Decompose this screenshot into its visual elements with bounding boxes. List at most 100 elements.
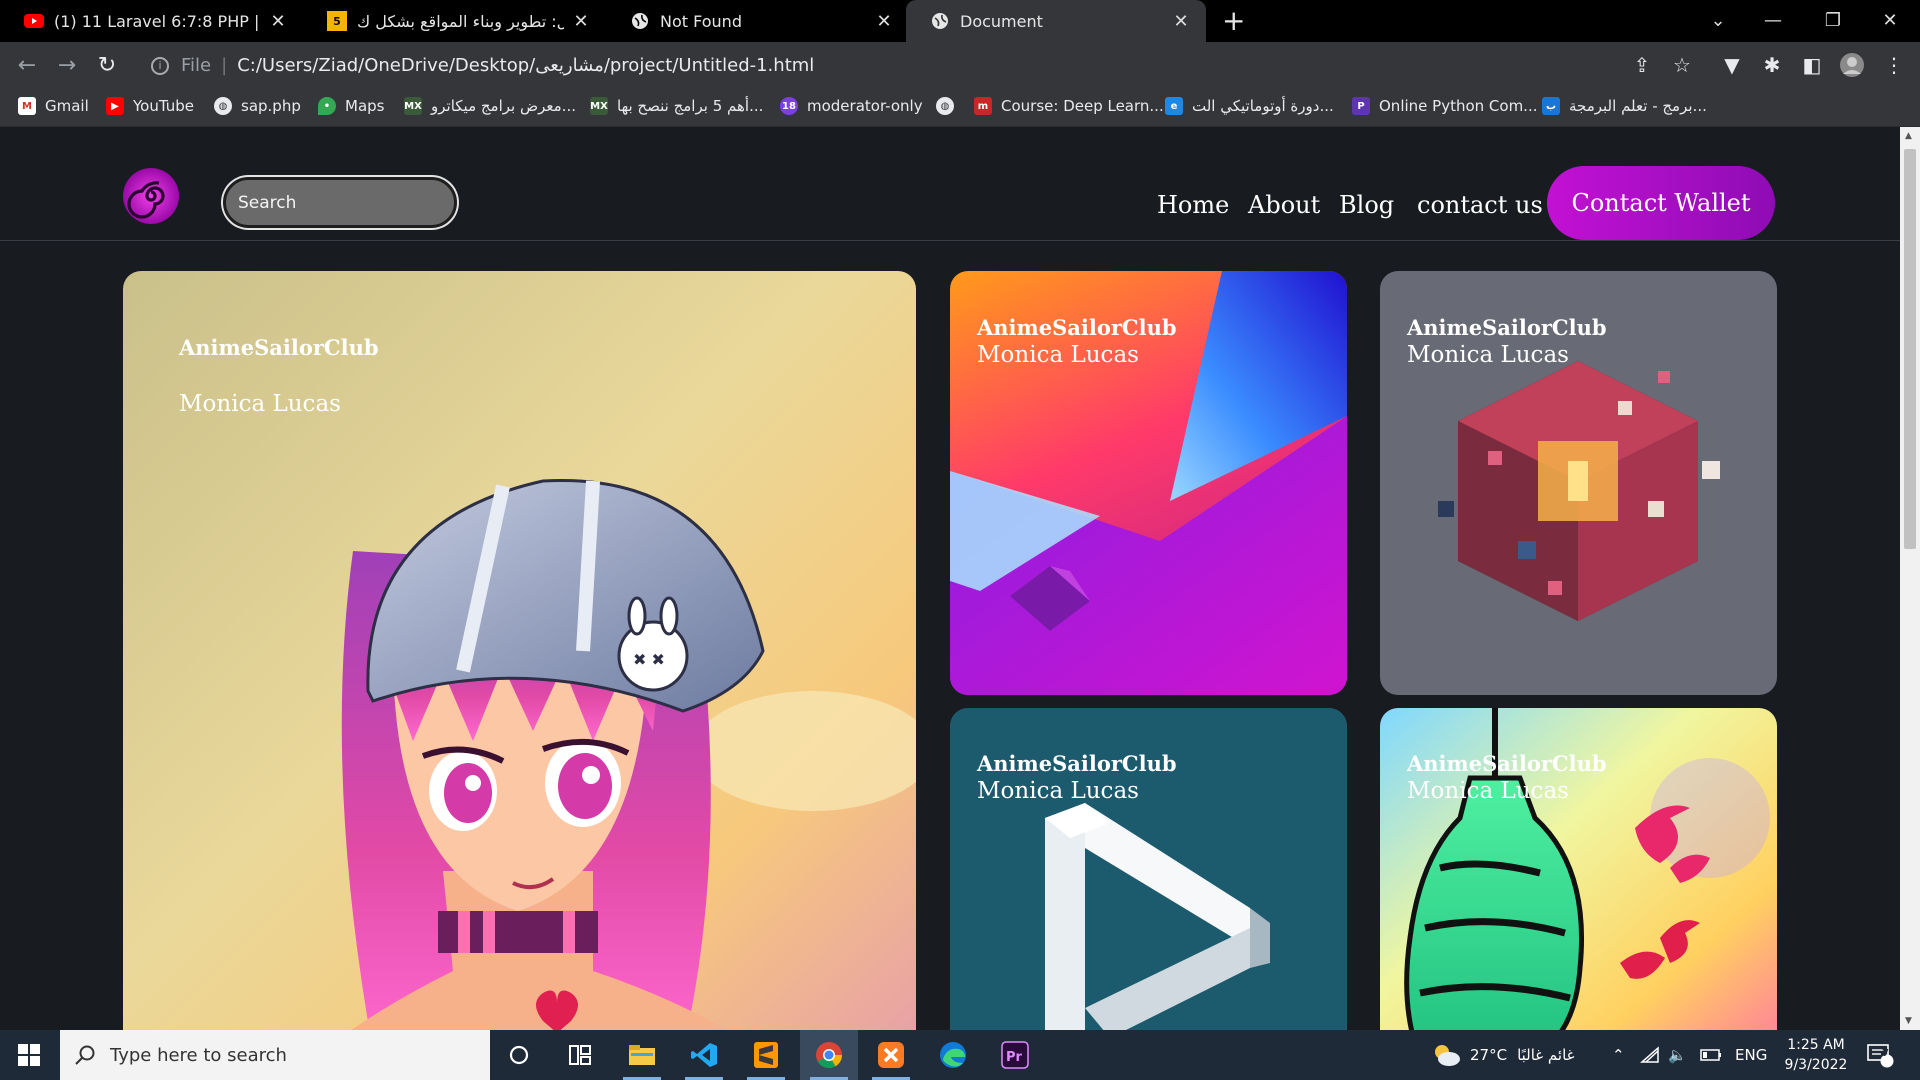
notifications-icon[interactable]: 7 [1866, 1030, 1894, 1080]
nft-card[interactable]: AnimeSailorClub Monica Lucas [1380, 271, 1777, 695]
battery-icon[interactable] [1700, 1030, 1722, 1080]
bookmark-sap[interactable]: ◍ sap.php [214, 89, 301, 123]
close-tab-icon[interactable]: ✕ [267, 11, 289, 32]
bookmark-label: Gmail [45, 97, 89, 115]
search-input[interactable] [223, 177, 457, 228]
nft-card[interactable]: AnimeSailorClub Monica Lucas [950, 271, 1347, 695]
edge-icon[interactable] [924, 1030, 982, 1080]
taskbar-search-placeholder: Type here to search [110, 1044, 287, 1066]
side-panel-icon[interactable]: ◧ [1794, 46, 1830, 84]
vscode-icon[interactable] [675, 1030, 733, 1080]
svg-text:Pr: Pr [1006, 1050, 1023, 1065]
bookmark-globe[interactable]: ◍ [936, 89, 963, 123]
bookmark-youtube[interactable]: ▶ YouTube [106, 89, 194, 123]
sublime-text-icon[interactable] [737, 1030, 795, 1080]
share-icon[interactable]: ⇪ [1624, 46, 1660, 84]
maps-icon: • [318, 97, 336, 115]
close-tab-icon[interactable]: ✕ [1170, 11, 1192, 32]
tab-title: (1) 11 Laravel 6:7:8 PHP | Model \ [54, 11, 261, 31]
barmej-icon: ب [1542, 97, 1560, 115]
volume-icon[interactable]: 🔈 [1668, 1030, 1687, 1080]
nft-card[interactable]: AnimeSailorClub Monica Lucas [950, 708, 1347, 1030]
xampp-icon[interactable] [862, 1030, 920, 1080]
new-tab-button[interactable]: + [1222, 4, 1245, 37]
extensions-icon[interactable]: ✱ [1754, 46, 1790, 84]
browser-tab-document[interactable]: Document ✕ [906, 0, 1206, 42]
mx-icon: MX [404, 97, 422, 115]
bookmark-label: دورة أوتوماتيكي الت... [1192, 97, 1334, 115]
reload-icon[interactable]: ↻ [88, 42, 126, 89]
file-explorer-icon[interactable] [613, 1030, 671, 1080]
weather-widget[interactable]: 27°C غائم غالبًا [1432, 1030, 1574, 1080]
clock-time: 1:25 AM [1787, 1037, 1845, 1053]
close-tab-icon[interactable]: ✕ [570, 11, 592, 32]
browser-tab-laravel[interactable]: (1) 11 Laravel 6:7:8 PHP | Model \ ✕ [0, 0, 303, 42]
bookmark-python[interactable]: P Online Python Com... [1352, 89, 1537, 123]
nft-card[interactable]: ✖ ✖ AnimeSailorClub Monica Lucas [123, 271, 916, 1030]
scrollbar-thumb[interactable] [1904, 149, 1916, 549]
svg-text:✖ ✖: ✖ ✖ [633, 650, 665, 669]
show-hidden-icons-icon[interactable]: ⌃ [1612, 1030, 1625, 1080]
menu-kebab-icon[interactable]: ⋮ [1876, 46, 1912, 84]
forward-icon[interactable]: → [48, 42, 86, 89]
language-indicator[interactable]: ENG [1735, 1030, 1767, 1080]
bookmark-gmail[interactable]: M Gmail [18, 89, 89, 123]
browser-tab-not-found[interactable]: Not Found ✕ [606, 0, 909, 42]
windows-start-icon[interactable] [0, 1030, 58, 1080]
card-author: Monica Lucas [1407, 778, 1569, 804]
bookmark-top-5[interactable]: MX أهم 5 برامج ننصح بها... [590, 89, 763, 123]
network-icon[interactable] [1640, 1030, 1660, 1080]
chrome-icon[interactable] [800, 1030, 858, 1080]
globe-icon [630, 11, 650, 31]
bookmark-automation-course[interactable]: e دورة أوتوماتيكي الت... [1165, 89, 1334, 123]
bookmark-course[interactable]: m Course: Deep Learn... [974, 89, 1164, 123]
bookmark-label: برمج - تعلم البرمجة... [1569, 97, 1707, 115]
spiral-logo-icon[interactable] [122, 167, 180, 225]
youtube-icon [24, 11, 44, 31]
card-author: Monica Lucas [1407, 342, 1569, 368]
nft-card[interactable]: AnimeSailorClub Monica Lucas [1380, 708, 1777, 1030]
card-author: Monica Lucas [977, 778, 1139, 804]
premiere-pro-icon[interactable]: Pr [986, 1030, 1044, 1080]
browser-tab-arabic[interactable]: 5 تعديل: تطوير وبناء المواقع بشكل ك ✕ [303, 0, 606, 42]
globe-icon: ◍ [936, 97, 954, 115]
bookmark-barmej[interactable]: ب برمج - تعلم البرمجة... [1542, 89, 1707, 123]
nav-home[interactable]: Home [1157, 191, 1229, 219]
taskbar-search-input[interactable]: Type here to search [60, 1030, 490, 1080]
tab-strip: (1) 11 Laravel 6:7:8 PHP | Model \ ✕ 5 ت… [0, 0, 1920, 42]
card-club-name: AnimeSailorClub [1407, 751, 1607, 776]
mx-icon: MX [590, 97, 608, 115]
card-club-name: AnimeSailorClub [977, 751, 1177, 776]
bookmark-mechatronics[interactable]: MX معرض برامج ميكاترو... [404, 89, 576, 123]
nav-about[interactable]: About [1248, 191, 1320, 219]
search-icon [75, 1045, 95, 1065]
contact-wallet-button[interactable]: Contact Wallet [1547, 166, 1775, 240]
tab-search-icon[interactable]: ⌄ [1690, 0, 1746, 40]
tab-title: تعديل: تطوير وبناء المواقع بشكل ك [357, 11, 564, 31]
scroll-up-icon[interactable]: ▲ [1905, 131, 1912, 141]
task-view-icon[interactable] [551, 1030, 609, 1080]
info-icon[interactable]: i [151, 56, 169, 75]
restore-icon[interactable]: ❐ [1805, 0, 1861, 40]
scroll-down-icon[interactable]: ▼ [1905, 1016, 1912, 1026]
nav-blog[interactable]: Blog [1339, 191, 1394, 219]
bookmark-maps[interactable]: • Maps [318, 89, 384, 123]
globe-icon: ◍ [214, 97, 232, 115]
globe-icon [930, 11, 950, 31]
nav-contact-us[interactable]: contact us [1417, 191, 1543, 219]
minimize-icon[interactable]: — [1745, 0, 1801, 40]
tab-title: Not Found [660, 11, 742, 31]
bookmark-star-icon[interactable]: ☆ [1664, 46, 1700, 84]
avatar[interactable] [1834, 46, 1870, 84]
url-separator: | [221, 55, 228, 76]
page-scrollbar[interactable]: ▲ ▼ [1900, 127, 1920, 1030]
clock[interactable]: 1:25 AM 9/3/2022 [1776, 1030, 1856, 1080]
gmail-icon: M [18, 97, 36, 115]
vpn-icon[interactable]: ▼ [1714, 46, 1750, 84]
close-tab-icon[interactable]: ✕ [873, 11, 895, 32]
back-icon[interactable]: ← [8, 42, 46, 89]
bookmark-moderator[interactable]: 18 moderator-only [780, 89, 923, 123]
cortana-icon[interactable] [490, 1030, 548, 1080]
address-bar[interactable]: i File | C:/Users/Ziad/OneDrive/Desktop/… [137, 47, 1707, 84]
close-window-icon[interactable]: ✕ [1862, 0, 1918, 40]
